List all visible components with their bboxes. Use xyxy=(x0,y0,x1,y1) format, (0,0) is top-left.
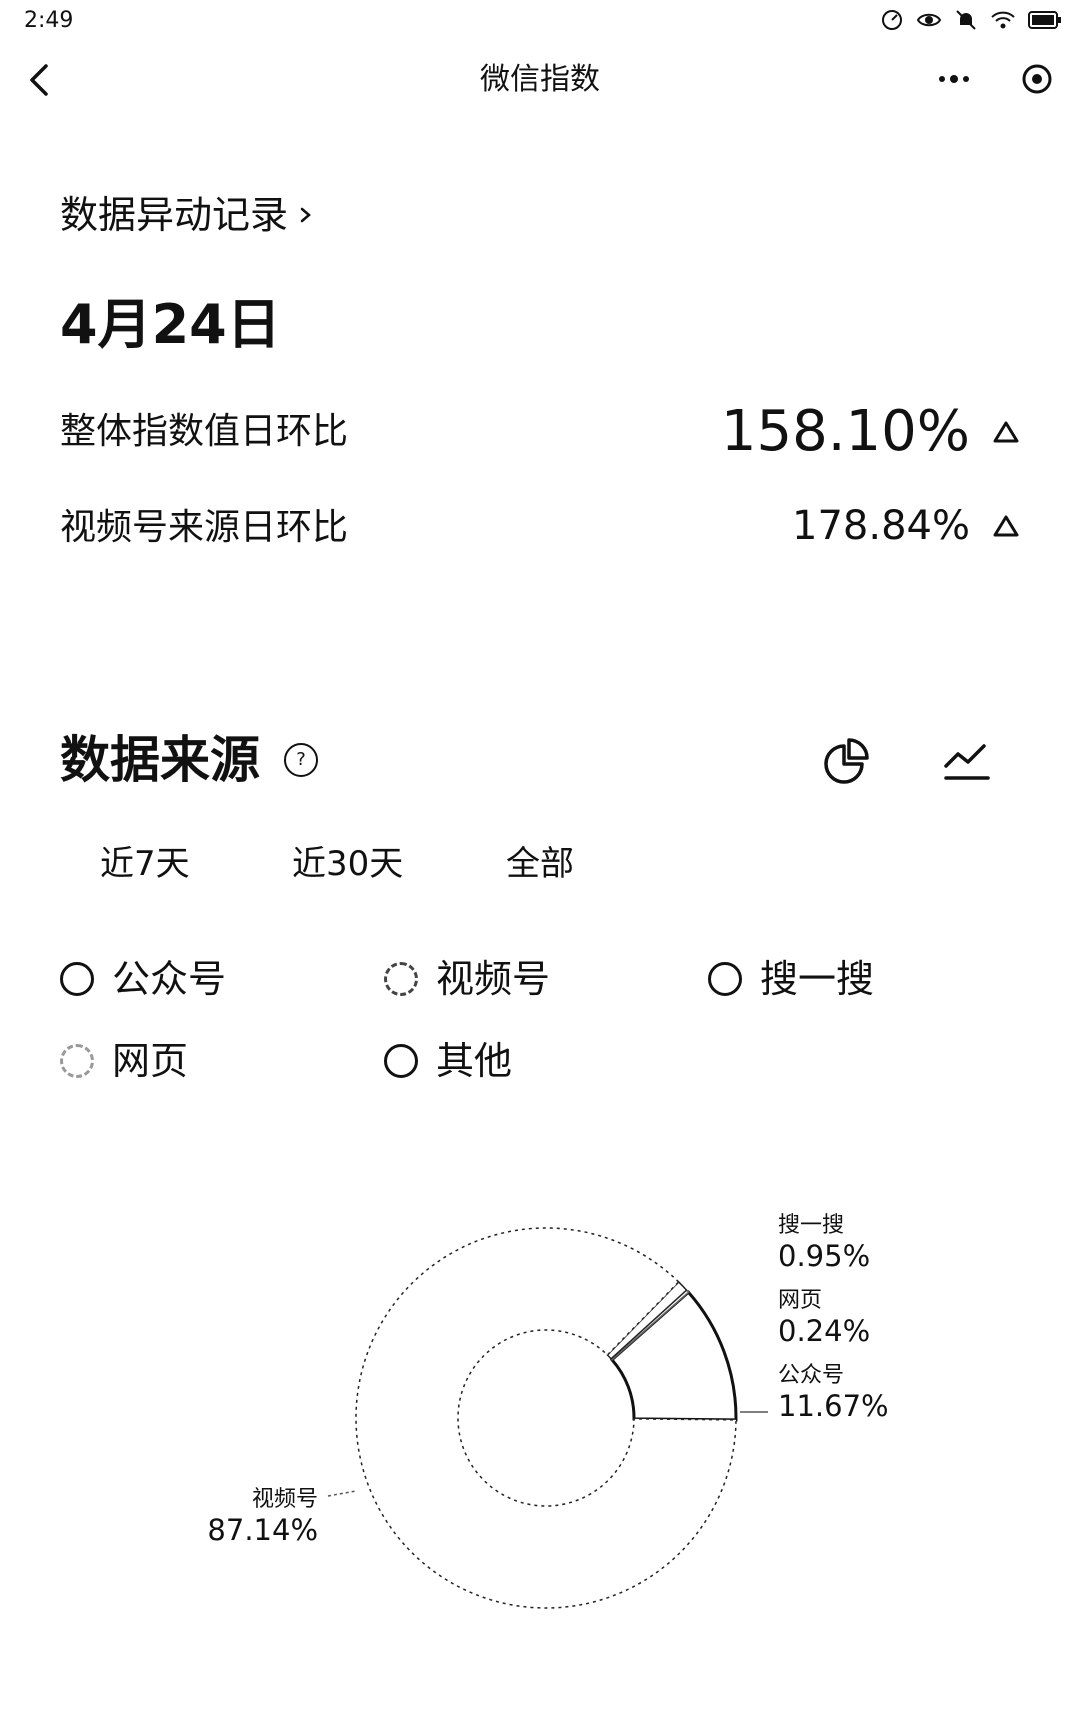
legend-label: 其他 xyxy=(436,1039,513,1083)
legend-radio-icon xyxy=(708,962,742,996)
triangle-up-icon xyxy=(993,421,1019,443)
source-donut-chart: 搜一搜0.95% 网页0.24% 公众号11.67% 视频号87.14% xyxy=(207,1213,889,1609)
line-chart-toggle-icon[interactable] xyxy=(940,734,994,788)
tab-30-days[interactable]: 近30天 xyxy=(292,840,403,888)
speed-icon xyxy=(882,10,902,30)
legend-radio-icon xyxy=(384,1044,418,1078)
donut-label-value-gongzhonghao: 11.67% xyxy=(778,1389,889,1423)
legend-label: 公众号 xyxy=(112,957,227,1001)
legend-item-souyisou[interactable]: 搜一搜 xyxy=(708,954,874,1004)
sources-title-text: 数据来源 xyxy=(60,731,260,789)
donut-leader-line-shipinhao xyxy=(327,1490,357,1497)
legend-radio-icon xyxy=(60,962,94,996)
donut-label-name-wangye: 网页 xyxy=(778,1288,822,1313)
legend-label: 搜一搜 xyxy=(760,957,875,1001)
more-icon[interactable] xyxy=(934,69,974,89)
status-time: 2:49 xyxy=(24,8,74,33)
legend-item-shipinhao[interactable]: 视频号 xyxy=(384,954,550,1004)
legend-radio-icon xyxy=(384,962,418,996)
close-target-icon[interactable] xyxy=(1020,62,1054,96)
legend-item-gongzhonghao[interactable]: 公众号 xyxy=(60,954,226,1004)
donut-label-value-souyisou: 0.95% xyxy=(778,1239,870,1273)
status-icons xyxy=(880,8,1062,32)
metric-number-overall: 158.10% xyxy=(720,399,970,464)
donut-label-name-shipinhao: 视频号 xyxy=(252,1487,318,1512)
donut-label-name-gongzhonghao: 公众号 xyxy=(778,1363,844,1388)
metric-label-overall: 整体指数值日环比 xyxy=(60,411,349,452)
metric-label-video: 视频号来源日环比 xyxy=(60,507,349,548)
triangle-up-icon xyxy=(993,515,1019,537)
mini-program-capsule xyxy=(934,56,1054,102)
tab-7-days[interactable]: 近7天 xyxy=(100,840,190,888)
legend-item-wangye[interactable]: 网页 xyxy=(60,1036,188,1086)
sources-title: 数据来源 ? xyxy=(60,728,318,792)
legend-label: 网页 xyxy=(112,1039,189,1083)
legend-radio-icon xyxy=(60,1044,94,1078)
legend-item-qita[interactable]: 其他 xyxy=(384,1036,512,1086)
donut-label-value-shipinhao: 87.14% xyxy=(207,1513,318,1547)
anomaly-date: 4月24日 xyxy=(60,293,281,356)
metric-value-video: 178.84% xyxy=(792,500,1020,552)
eye-icon xyxy=(916,13,942,27)
pie-chart-toggle-icon[interactable] xyxy=(820,734,874,788)
anomaly-records-link[interactable]: 数据异动记录 xyxy=(60,190,314,240)
legend-label: 视频号 xyxy=(436,957,551,1001)
metric-number-video: 178.84% xyxy=(792,503,970,549)
tab-all[interactable]: 全部 xyxy=(506,840,574,888)
mute-bell-icon xyxy=(956,10,976,30)
battery-icon xyxy=(1028,11,1061,29)
wifi-icon xyxy=(991,11,1015,29)
anomaly-records-label: 数据异动记录 xyxy=(60,193,289,237)
donut-label-value-wangye: 0.24% xyxy=(778,1314,870,1348)
page-title: 微信指数 xyxy=(480,62,600,97)
donut-label-name-souyisou: 搜一搜 xyxy=(778,1213,844,1238)
chevron-right-icon xyxy=(300,207,311,223)
metric-value-overall: 158.10% xyxy=(721,400,1020,464)
help-icon[interactable]: ? xyxy=(284,743,318,777)
